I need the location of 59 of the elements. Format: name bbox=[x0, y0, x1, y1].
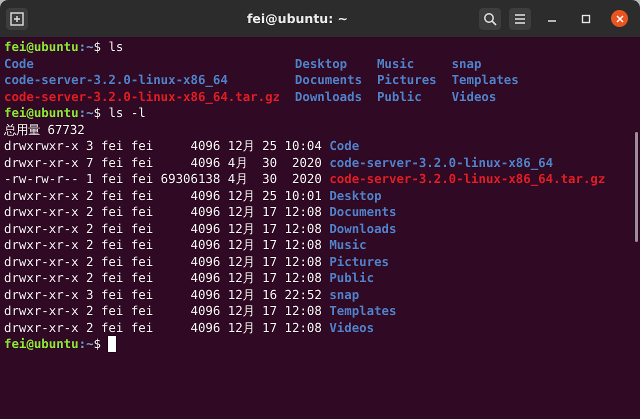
file-name: Code bbox=[4, 56, 35, 72]
prompt-user: fei@ubuntu bbox=[4, 39, 79, 56]
file-name: Pictures bbox=[329, 254, 389, 270]
file-details: drwxr-xr-x 2 fei fei 4096 12月 17 12:08 bbox=[4, 270, 322, 286]
file-name: Desktop bbox=[329, 188, 382, 204]
new-tab-button[interactable] bbox=[6, 8, 28, 30]
prompt-symbol: $ bbox=[94, 336, 101, 352]
window-title: fei@ubuntu: ~ bbox=[246, 11, 350, 26]
file-name: Documents bbox=[294, 72, 362, 88]
file-details: -rw-rw-r-- 1 fei fei 69306138 4月 30 2020 bbox=[4, 171, 322, 188]
file-details: drwxr-xr-x 2 fei fei 4096 12月 17 12:08 bbox=[4, 303, 322, 320]
new-tab-icon bbox=[10, 12, 24, 26]
file-details: drwxr-xr-x 2 fei fei 4096 12月 17 12:08 bbox=[4, 320, 322, 336]
prompt-symbol: $ bbox=[94, 105, 101, 122]
menu-button[interactable] bbox=[509, 8, 531, 30]
file-name: snap bbox=[452, 56, 482, 72]
file-name: Templates bbox=[329, 303, 396, 320]
file-name: Music bbox=[376, 56, 416, 72]
file-name: Documents bbox=[329, 204, 396, 220]
output-text: 总用量 67732 bbox=[4, 122, 85, 138]
prompt-symbol: $ bbox=[94, 39, 101, 56]
prompt-user: fei@ubuntu bbox=[4, 105, 79, 122]
file-details: drwxr-xr-x 2 fei fei 4096 12月 17 12:08 bbox=[4, 254, 322, 270]
file-details: drwxr-xr-x 2 fei fei 4096 12月 25 10:01 bbox=[4, 188, 322, 204]
prompt-path: :~ bbox=[78, 105, 94, 122]
file-details: drwxr-xr-x 3 fei fei 4096 12月 16 22:52 bbox=[4, 286, 322, 303]
file-name: Desktop bbox=[294, 56, 348, 72]
file-name: snap bbox=[329, 286, 360, 303]
prompt-user: fei@ubuntu bbox=[4, 336, 79, 352]
file-name: Downloads bbox=[329, 220, 396, 237]
file-name: code-server-3.2.0-linux-x86_64.tar.gz bbox=[4, 88, 280, 105]
file-details: drwxr-xr-x 2 fei fei 4096 12月 17 12:08 bbox=[4, 220, 322, 237]
file-name: Videos bbox=[329, 320, 374, 336]
prompt-path: :~ bbox=[78, 336, 94, 352]
file-name: Templates bbox=[452, 72, 519, 88]
file-name: Code bbox=[329, 138, 360, 154]
close-icon bbox=[616, 14, 624, 22]
menu-icon bbox=[514, 12, 526, 24]
file-details: drwxrwxr-x 3 fei fei 4096 12月 25 10:04 bbox=[4, 138, 322, 154]
prompt-path: :~ bbox=[78, 39, 94, 56]
command-text: ls bbox=[108, 39, 124, 56]
close-button[interactable] bbox=[611, 10, 628, 27]
file-name: code-server-3.2.0-linux-x86_64 bbox=[329, 154, 554, 171]
file-details: drwxr-xr-x 2 fei fei 4096 12月 17 12:08 bbox=[4, 204, 322, 220]
file-name: Public bbox=[329, 270, 374, 286]
file-details: drwxr-xr-x 7 fei fei 4096 4月 30 2020 bbox=[4, 154, 322, 171]
scrollbar[interactable] bbox=[635, 132, 638, 242]
file-name: code-server-3.2.0-linux-x86_64 bbox=[4, 72, 229, 88]
file-name: Downloads bbox=[294, 88, 362, 105]
maximize-icon[interactable] bbox=[581, 14, 591, 24]
file-name: Videos bbox=[452, 88, 498, 105]
file-name: Music bbox=[329, 237, 367, 254]
command-text: ls -l bbox=[108, 105, 146, 122]
file-name: Pictures bbox=[376, 72, 437, 88]
search-button[interactable] bbox=[479, 8, 501, 30]
file-name: Public bbox=[376, 88, 423, 105]
file-details: drwxr-xr-x 2 fei fei 4096 12月 17 12:08 bbox=[4, 237, 322, 254]
file-name: code-server-3.2.0-linux-x86_64.tar.gz bbox=[329, 171, 606, 188]
search-icon bbox=[483, 12, 497, 26]
